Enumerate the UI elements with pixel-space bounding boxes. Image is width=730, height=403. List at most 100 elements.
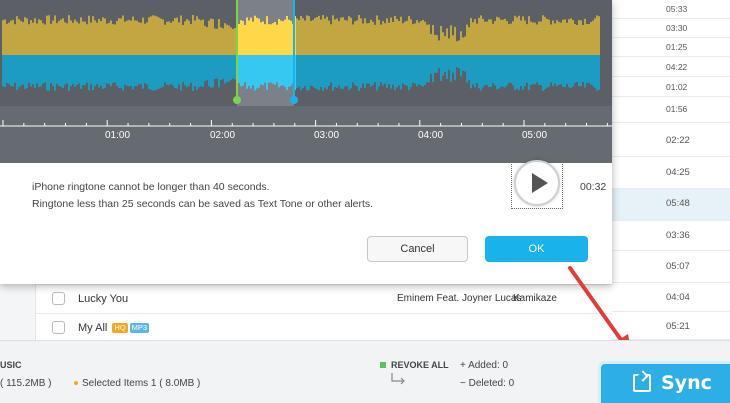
waveform-bar-top <box>20 20 22 55</box>
waveform-bar-top <box>546 18 548 55</box>
waveform-bar-top <box>208 20 210 55</box>
waveform-bar-top <box>472 22 474 55</box>
waveform-bar-bottom <box>198 55 200 88</box>
cancel-button[interactable]: Cancel <box>367 236 468 262</box>
waveform-bar-top <box>32 22 34 55</box>
waveform-bar-top <box>148 17 150 55</box>
waveform-bar-top <box>34 18 36 55</box>
waveform-bar-bottom <box>542 55 544 91</box>
waveform-bar-bottom <box>242 55 244 86</box>
waveform-bar-top <box>356 20 358 55</box>
row-checkbox[interactable] <box>52 321 65 334</box>
waveform-bar-bottom <box>370 55 372 87</box>
list-item[interactable]: 01:25 <box>612 38 730 57</box>
waveform-bar-top <box>12 19 14 55</box>
waveform-bar-bottom <box>90 55 92 85</box>
waveform-bar-bottom <box>332 55 334 91</box>
song-title: Lucky You <box>78 293 129 305</box>
waveform-bar-bottom <box>436 55 438 73</box>
list-item[interactable]: 02:22 <box>612 123 730 157</box>
list-item[interactable]: 03:30 <box>612 19 730 38</box>
waveform-bar-top <box>296 18 298 55</box>
waveform-bar-top <box>542 15 544 56</box>
list-item[interactable]: 05:33 <box>612 0 730 19</box>
waveform-bar-bottom <box>122 55 124 91</box>
list-item[interactable]: 03:36 <box>612 221 730 251</box>
waveform-bar-bottom <box>402 55 404 84</box>
waveform-bar-top <box>568 19 570 55</box>
list-item[interactable]: 04:25 <box>612 157 730 189</box>
waveform-bar-top <box>340 17 342 55</box>
waveform-bar-top <box>550 24 552 55</box>
waveform-bar-bottom <box>224 55 226 84</box>
waveform-bar-top <box>102 17 104 55</box>
waveform-bar-top <box>66 23 68 55</box>
waveform-bar-bottom <box>138 55 140 85</box>
waveform-bar-top <box>458 40 460 55</box>
table-row[interactable]: Lucky You Eminem Feat. Joyner Lucas Kami… <box>36 284 612 312</box>
waveform-bar-top <box>538 21 540 55</box>
waveform-bar-bottom <box>42 55 44 84</box>
waveform-bar-top <box>50 23 52 55</box>
waveform-bar-bottom <box>406 55 408 86</box>
waveform-bar-top <box>492 23 494 55</box>
waveform-bar-bottom <box>82 55 84 86</box>
list-item-selected[interactable]: 05:48 <box>612 189 730 221</box>
waveform-bar-bottom <box>132 55 134 90</box>
waveform-bar-bottom <box>378 55 380 87</box>
waveform-bar-top <box>144 23 146 55</box>
waveform-bar-top <box>588 24 590 55</box>
play-button[interactable] <box>514 160 560 206</box>
waveform-bar-bottom <box>466 55 468 83</box>
waveform-bar-bottom <box>408 55 410 91</box>
waveform-bar-top <box>70 20 72 56</box>
sync-button[interactable]: Sync <box>601 364 730 403</box>
waveform-bar-top <box>596 15 598 56</box>
waveform-bar-bottom <box>172 55 174 86</box>
list-item[interactable]: 01:56 <box>612 97 730 123</box>
waveform-bar-top <box>436 35 438 55</box>
row-checkbox[interactable] <box>52 292 65 305</box>
revoke-all-button[interactable]: REVOKE ALL <box>391 360 449 370</box>
waveform-bar-bottom <box>186 55 188 88</box>
waveform-bar-bottom <box>184 55 186 86</box>
waveform-bar-bottom <box>490 55 492 88</box>
waveform-bar-top <box>200 20 202 56</box>
waveform-bar-top <box>524 20 526 55</box>
ok-button[interactable]: OK <box>485 236 588 262</box>
duration-text: 05:07 <box>666 261 690 272</box>
waveform-bar-top <box>160 18 162 56</box>
waveform-bar-bottom <box>552 55 554 87</box>
waveform-bar-bottom <box>526 55 528 83</box>
waveform-bar-top <box>424 21 426 56</box>
waveform-bar-top <box>322 15 324 55</box>
waveform-bar-top <box>386 18 388 55</box>
waveform-bar-top <box>178 22 180 56</box>
waveform-bar-bottom <box>302 55 304 89</box>
waveform-bar-bottom <box>2 55 4 87</box>
waveform-bar-top <box>308 16 310 55</box>
table-row[interactable]: My All HQ MP3 <box>36 313 612 341</box>
waveform-bar-top <box>372 21 374 55</box>
waveform-bar-top <box>562 19 564 55</box>
waveform-bar-top <box>188 20 190 56</box>
waveform-bar-top <box>266 16 268 56</box>
waveform-bar-bottom <box>450 55 452 82</box>
waveform-bar-bottom <box>104 55 106 88</box>
list-item[interactable]: 01:02 <box>612 77 730 97</box>
waveform-bar-bottom <box>76 55 78 85</box>
waveform-bar-bottom <box>214 55 216 79</box>
waveform-bar-bottom <box>148 55 150 89</box>
waveform-bar-top <box>402 23 404 55</box>
waveform-bar-top <box>126 20 128 55</box>
waveform-editor[interactable] <box>0 0 612 106</box>
waveform-bar-bottom <box>590 55 592 85</box>
waveform-bar-bottom <box>86 55 88 83</box>
waveform-bar-bottom <box>384 55 386 84</box>
waveform-bar-top <box>108 22 110 55</box>
play-button-focus[interactable] <box>511 157 563 209</box>
list-item[interactable]: 04:22 <box>612 57 730 77</box>
selected-dot-icon <box>74 381 78 386</box>
waveform-bar-top <box>338 21 340 56</box>
waveform-bar-top <box>54 15 56 56</box>
